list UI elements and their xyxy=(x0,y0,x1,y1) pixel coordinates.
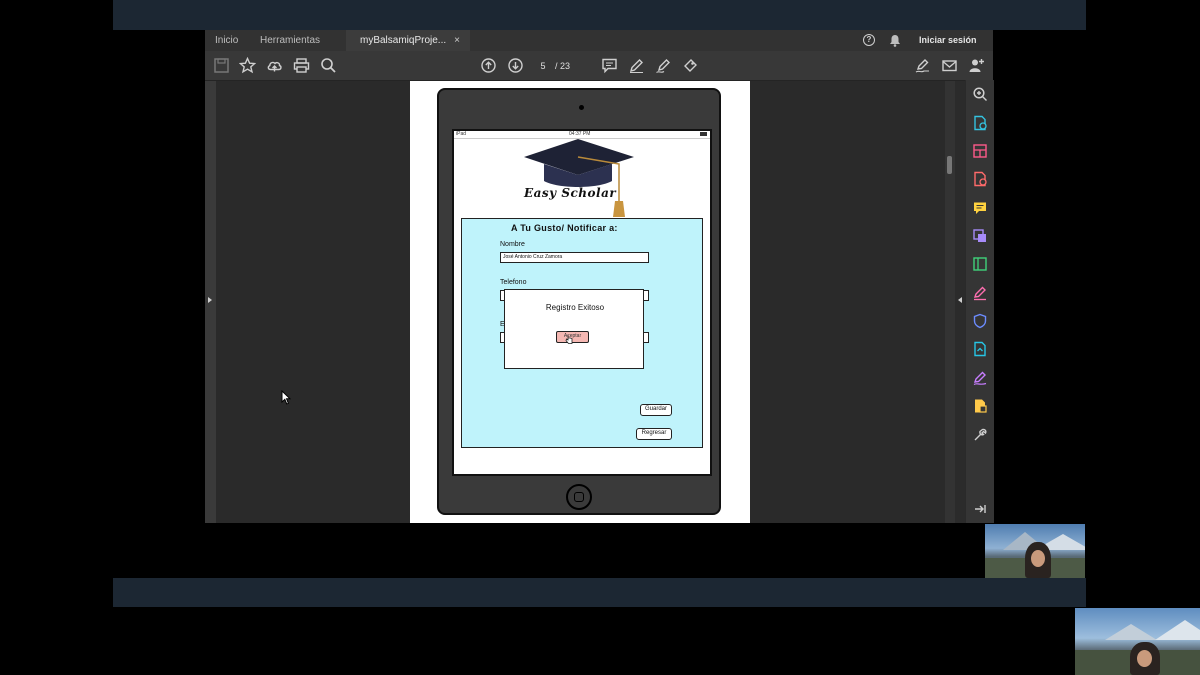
tab-document-label: myBalsamiqProje... xyxy=(360,35,447,46)
nombre-field[interactable]: José Antonio Cruz Zamora xyxy=(500,252,649,263)
tools-side-panel xyxy=(965,80,994,523)
expand-left-panel-icon[interactable] xyxy=(208,297,212,303)
ipad-frame: iPad 04:37 PM Easy Scholar A Tu Gusto/ N… xyxy=(437,88,721,515)
page-number-input[interactable]: 5 xyxy=(532,59,554,73)
tab-herramientas[interactable]: Herramientas xyxy=(260,30,320,51)
regresar-button[interactable]: Regresar xyxy=(636,428,672,440)
optimize-pdf-icon[interactable] xyxy=(972,341,988,357)
main-toolbar: 5 / 23 xyxy=(205,51,993,81)
scrollbar-thumb[interactable] xyxy=(947,156,952,174)
add-user-icon[interactable] xyxy=(968,57,985,74)
organize-pages-icon[interactable] xyxy=(972,143,988,159)
nombre-label: Nombre xyxy=(500,241,525,248)
highlight-pen-icon[interactable] xyxy=(628,57,645,74)
form-title: A Tu Gusto/ Notificar a: xyxy=(511,223,618,233)
create-pdf-icon[interactable] xyxy=(972,171,988,187)
tab-document[interactable]: myBalsamiqProje... × xyxy=(346,30,470,51)
protect-shield-icon[interactable] xyxy=(972,313,988,329)
battery-icon xyxy=(700,132,707,136)
left-panel-strip[interactable] xyxy=(205,81,216,523)
combine-files-icon[interactable] xyxy=(972,228,988,244)
sign-in-button[interactable]: Iniciar sesión xyxy=(919,35,977,45)
more-tools-wrench-icon[interactable] xyxy=(972,427,988,443)
star-icon[interactable] xyxy=(239,57,256,74)
notification-form: A Tu Gusto/ Notificar a: Nombre José Ant… xyxy=(461,218,703,448)
cloud-upload-icon[interactable] xyxy=(266,57,283,74)
bell-icon[interactable] xyxy=(889,34,901,47)
zoom-in-icon[interactable] xyxy=(972,86,988,102)
comment-tool-icon[interactable] xyxy=(972,200,988,216)
edit-pdf-icon[interactable] xyxy=(972,256,988,272)
guardar-button[interactable]: Guardar xyxy=(640,404,672,416)
collapse-panel-icon[interactable] xyxy=(972,501,988,517)
webcam-thumbnail-1[interactable] xyxy=(985,524,1085,578)
ipad-home-button xyxy=(566,484,592,510)
comment-icon[interactable] xyxy=(601,57,618,74)
meeting-top-bar xyxy=(113,0,1086,30)
mail-icon[interactable] xyxy=(941,57,958,74)
tab-inicio[interactable]: Inicio xyxy=(215,30,238,51)
edit-sign-icon[interactable] xyxy=(914,57,931,74)
telefono-label: Telefono xyxy=(500,279,527,286)
request-signature-icon[interactable] xyxy=(972,370,988,386)
fill-sign-icon[interactable] xyxy=(972,285,988,301)
export-pdf-icon[interactable] xyxy=(972,115,988,131)
zoom-search-icon[interactable] xyxy=(320,57,337,74)
ipad-screen: iPad 04:37 PM Easy Scholar A Tu Gusto/ N… xyxy=(452,129,712,476)
meeting-bottom-bar xyxy=(113,578,1086,607)
collapse-right-panel-icon[interactable] xyxy=(958,297,962,303)
right-collapse-strip xyxy=(955,81,965,523)
help-icon[interactable]: ? xyxy=(863,34,875,46)
sign-pen-icon[interactable] xyxy=(655,57,672,74)
hand-cursor-icon xyxy=(565,335,573,344)
graduation-cap-logo xyxy=(524,139,634,217)
mouse-pointer-icon xyxy=(281,390,291,405)
page-total: / 23 xyxy=(555,61,571,71)
status-device-label: iPad xyxy=(456,131,467,137)
dialog-message: Registro Exitoso xyxy=(545,303,605,312)
vertical-scrollbar[interactable] xyxy=(945,81,955,523)
next-page-icon[interactable] xyxy=(507,57,524,74)
print-icon[interactable] xyxy=(293,57,310,74)
webcam-thumbnail-2[interactable] xyxy=(1075,608,1200,675)
logo-text: Easy Scholar xyxy=(524,186,617,200)
save-icon[interactable] xyxy=(213,57,230,74)
tab-close-icon[interactable]: × xyxy=(454,35,460,46)
prev-page-icon[interactable] xyxy=(480,57,497,74)
stamp-icon[interactable] xyxy=(682,57,699,74)
tab-bar: Inicio Herramientas myBalsamiqProje... × … xyxy=(205,30,993,51)
ipad-camera xyxy=(579,105,584,110)
scan-ocr-icon[interactable] xyxy=(972,398,988,414)
success-dialog: Registro Exitoso Aceptar xyxy=(504,289,644,369)
